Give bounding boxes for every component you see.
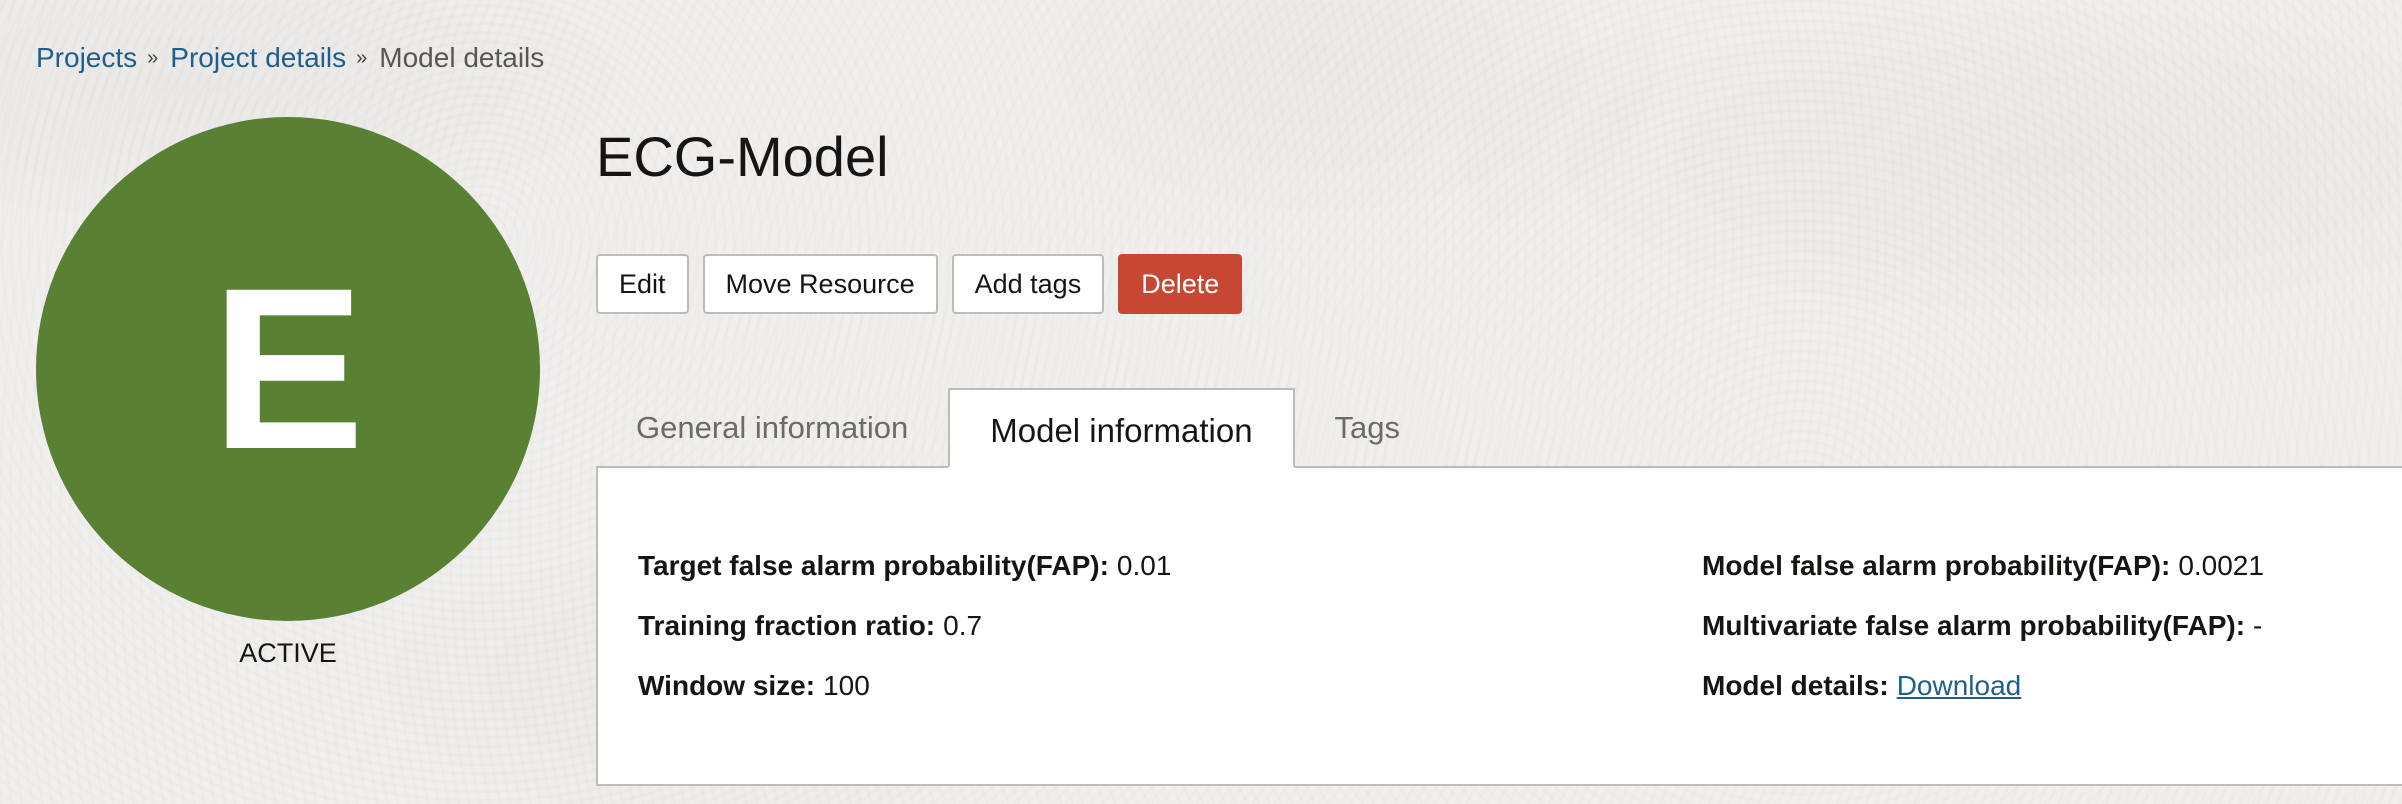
edit-button[interactable]: Edit xyxy=(596,254,689,314)
target-fap-row: Target false alarm probability(FAP): 0.0… xyxy=(638,536,1171,596)
breadcrumb: Projects » Project details » Model detai… xyxy=(36,40,544,76)
action-toolbar: Edit Move Resource Add tags Delete xyxy=(596,254,1243,314)
delete-button[interactable]: Delete xyxy=(1118,254,1243,314)
window-size-value: 100 xyxy=(823,670,870,701)
move-resource-button[interactable]: Move Resource xyxy=(702,254,938,314)
breadcrumb-separator-icon: » xyxy=(147,47,159,69)
training-fraction-value: 0.7 xyxy=(943,610,983,641)
breadcrumb-project-details-link[interactable]: Project details xyxy=(170,40,346,76)
model-info-right-column: Model false alarm probability(FAP): 0.00… xyxy=(1702,536,2264,716)
target-fap-value: 0.01 xyxy=(1116,550,1172,581)
breadcrumb-projects-link[interactable]: Projects xyxy=(36,40,137,76)
model-information-panel: Target false alarm probability(FAP): 0.0… xyxy=(596,466,2402,786)
model-fap-value: 0.0021 xyxy=(2178,550,2264,581)
multivariate-fap-label: Multivariate false alarm probability(FAP… xyxy=(1702,610,2246,641)
tab-bar: General information Model information Ta… xyxy=(596,388,2402,468)
download-link[interactable]: Download xyxy=(1897,670,2022,702)
training-fraction-label: Training fraction ratio: xyxy=(638,610,936,641)
model-details-label: Model details: xyxy=(1702,670,1889,701)
target-fap-label: Target false alarm probability(FAP): xyxy=(638,550,1109,581)
model-fap-label: Model false alarm probability(FAP): xyxy=(1702,550,2171,581)
multivariate-fap-row: Multivariate false alarm probability(FAP… xyxy=(1702,596,2264,656)
window-size-label: Window size: xyxy=(638,670,816,701)
page-title: ECG-Model xyxy=(596,125,889,188)
window-size-row: Window size: 100 xyxy=(638,656,1171,716)
add-tags-button[interactable]: Add tags xyxy=(951,254,1105,314)
tab-general-information[interactable]: General information xyxy=(596,388,948,468)
breadcrumb-current: Model details xyxy=(379,42,545,73)
status-label: ACTIVE xyxy=(239,638,337,668)
multivariate-fap-value: - xyxy=(2253,610,2263,641)
model-fap-row: Model false alarm probability(FAP): 0.00… xyxy=(1702,536,2264,596)
tab-tags[interactable]: Tags xyxy=(1295,388,1440,468)
breadcrumb-separator-icon: » xyxy=(356,47,368,69)
avatar-letter: E xyxy=(211,240,365,497)
avatar: E xyxy=(36,117,540,621)
tab-model-information[interactable]: Model information xyxy=(948,388,1295,468)
training-fraction-row: Training fraction ratio: 0.7 xyxy=(638,596,1171,656)
model-details-row: Model details: Download xyxy=(1702,656,2264,716)
model-info-left-column: Target false alarm probability(FAP): 0.0… xyxy=(638,536,1171,716)
